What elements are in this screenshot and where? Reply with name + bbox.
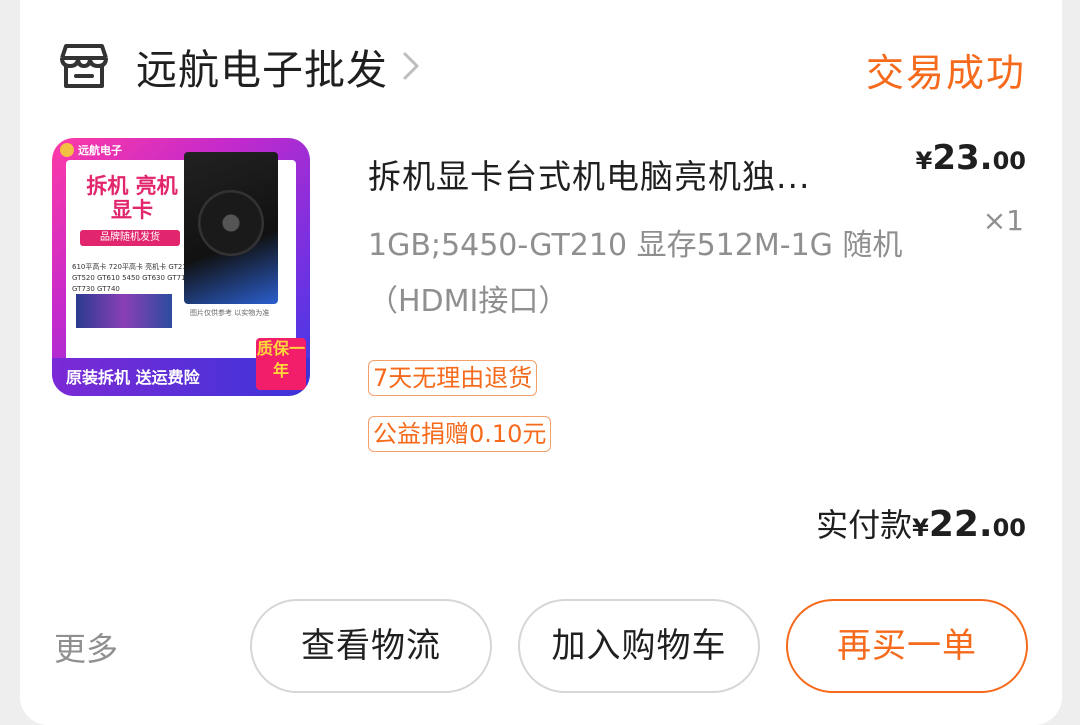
- order-status: 交易成功: [865, 51, 1026, 95]
- thumbnail-ribbon: 品牌随机发货: [80, 230, 180, 246]
- thumbnail-sub: 无水洗 无维修: [164, 346, 221, 356]
- thumbnail-games-strip: [76, 294, 172, 328]
- buy-again-button[interactable]: 再买一单: [786, 599, 1028, 693]
- actual-payment: 实付款 ¥22. 00: [816, 500, 1026, 546]
- chevron-right-icon: [403, 52, 419, 80]
- product-quantity: ×1: [982, 204, 1024, 237]
- thumbnail-headline: 拆机 亮机显卡: [86, 174, 178, 222]
- thumbnail-note: 图片仅供参考 以实物为准: [190, 309, 270, 317]
- brand-logo-icon: [60, 143, 74, 157]
- shop-name[interactable]: 远航电子批发: [136, 36, 388, 96]
- product-price: ¥23.00: [915, 138, 1026, 178]
- product-thumbnail[interactable]: 远航电子 拆机 亮机显卡 品牌随机发货 610平高卡 720平高卡 亮机卡 GT…: [52, 138, 310, 396]
- order-card: 远航电子批发 交易成功 远航电子 拆机 亮机显卡 品牌随机发货 610平高卡 7…: [20, 0, 1062, 725]
- fan-icon: [198, 190, 264, 256]
- warranty-badge: 质保一年: [256, 338, 306, 390]
- more-button[interactable]: 更多: [54, 624, 118, 670]
- thumbnail-brand: 远航电子: [60, 142, 122, 158]
- storefront-icon: [60, 44, 108, 88]
- return-policy-tag: 7天无理由退货: [368, 360, 538, 396]
- payment-label: 实付款: [816, 506, 913, 544]
- product-sku: 1GB;5450-GT210 显存512M-1G 随机（HDMI接口）: [368, 228, 903, 319]
- product-title[interactable]: 拆机显卡台式机电脑亮机独...: [368, 150, 888, 198]
- add-to-cart-button[interactable]: 加入购物车: [518, 599, 760, 693]
- view-logistics-button[interactable]: 查看物流: [250, 599, 492, 693]
- shop-header[interactable]: 远航电子批发: [56, 38, 420, 94]
- charity-donation-tag: 公益捐赠0.10元: [368, 416, 552, 452]
- thumbnail-bottom-text: 原装拆机 送运费险: [66, 368, 200, 387]
